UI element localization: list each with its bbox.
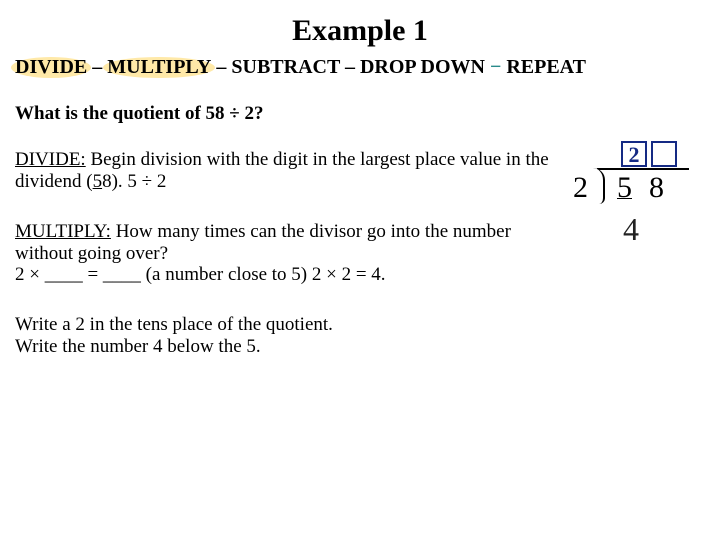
step-drop-down: DROP DOWN [360,56,485,78]
text: 8). 5 ÷ 2 [102,171,166,192]
step-divide: DIVIDE [15,56,87,79]
dividend-ones-digit: 8 [649,171,664,205]
paragraph-multiply: MULTIPLY: How many times can the divisor… [15,221,555,287]
long-division-figure: 2 2 5 8 4 [565,141,695,261]
separator: − [485,56,506,78]
page-title: Example 1 [15,14,705,48]
dividend-tens-digit: 5 [617,171,632,205]
divisor-value: 2 [573,171,588,205]
step-multiply: MULTIPLY [107,56,211,79]
paragraph-write: Write a 2 in the tens place of the quoti… [15,314,555,358]
question-text: What is the quotient of 58 ÷ 2? [15,103,705,125]
paragraph-divide: DIVIDE: Begin division with the digit in… [15,149,555,193]
separator: – [87,56,107,78]
text: Write the number 4 below the 5. [15,336,261,357]
quotient-tens-box: 2 [621,141,647,167]
step-repeat: REPEAT [506,56,586,78]
heading-divide: DIVIDE: [15,149,86,170]
steps-sequence: DIVIDE – MULTIPLY – SUBTRACT – DROP DOWN… [15,56,705,79]
separator: – [340,56,360,78]
quotient-ones-box [651,141,677,167]
heading-multiply: MULTIPLY: [15,221,111,242]
step-subtract: SUBTRACT [231,56,340,78]
explanation-column: DIVIDE: Begin division with the digit in… [15,149,555,386]
division-bracket-icon [597,168,689,204]
dividend-tens-underlined: 5 [93,171,103,192]
multiply-equation: 2 × ____ = ____ (a number close to 5) 2 … [15,264,386,285]
worked-division: 2 2 5 8 4 [555,149,705,261]
content-row: DIVIDE: Begin division with the digit in… [15,149,705,386]
partial-product: 4 [623,211,639,248]
separator: – [211,56,231,78]
text: Write a 2 in the tens place of the quoti… [15,314,333,335]
